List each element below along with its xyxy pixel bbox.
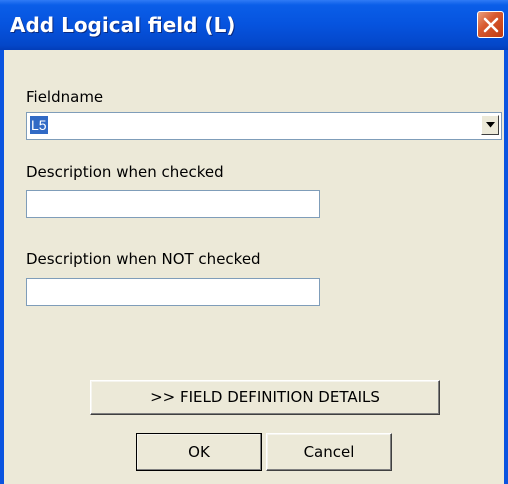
ok-button[interactable]: OK [136,433,262,471]
cancel-button[interactable]: Cancel [266,433,392,471]
desc-checked-input[interactable] [26,190,320,218]
fieldname-label: Fieldname [26,88,104,106]
fieldname-value: L5 [30,116,48,134]
desc-not-checked-input[interactable] [26,278,320,306]
chevron-down-icon [486,122,495,128]
dialog-window: Add Logical field (L) Fieldname L5 Descr… [0,0,508,484]
desc-checked-label: Description when checked [26,163,224,181]
dialog-client-area: Fieldname L5 Description when checked De… [4,50,504,484]
desc-not-checked-label: Description when NOT checked [26,250,261,268]
window-title: Add Logical field (L) [10,13,236,37]
close-icon [483,17,499,33]
close-button[interactable] [477,11,504,38]
title-bar[interactable]: Add Logical field (L) [0,0,508,50]
fieldname-combobox[interactable]: L5 [26,112,502,140]
dropdown-button[interactable] [481,115,499,135]
field-definition-details-button[interactable]: >> FIELD DEFINITION DETAILS [90,380,440,415]
